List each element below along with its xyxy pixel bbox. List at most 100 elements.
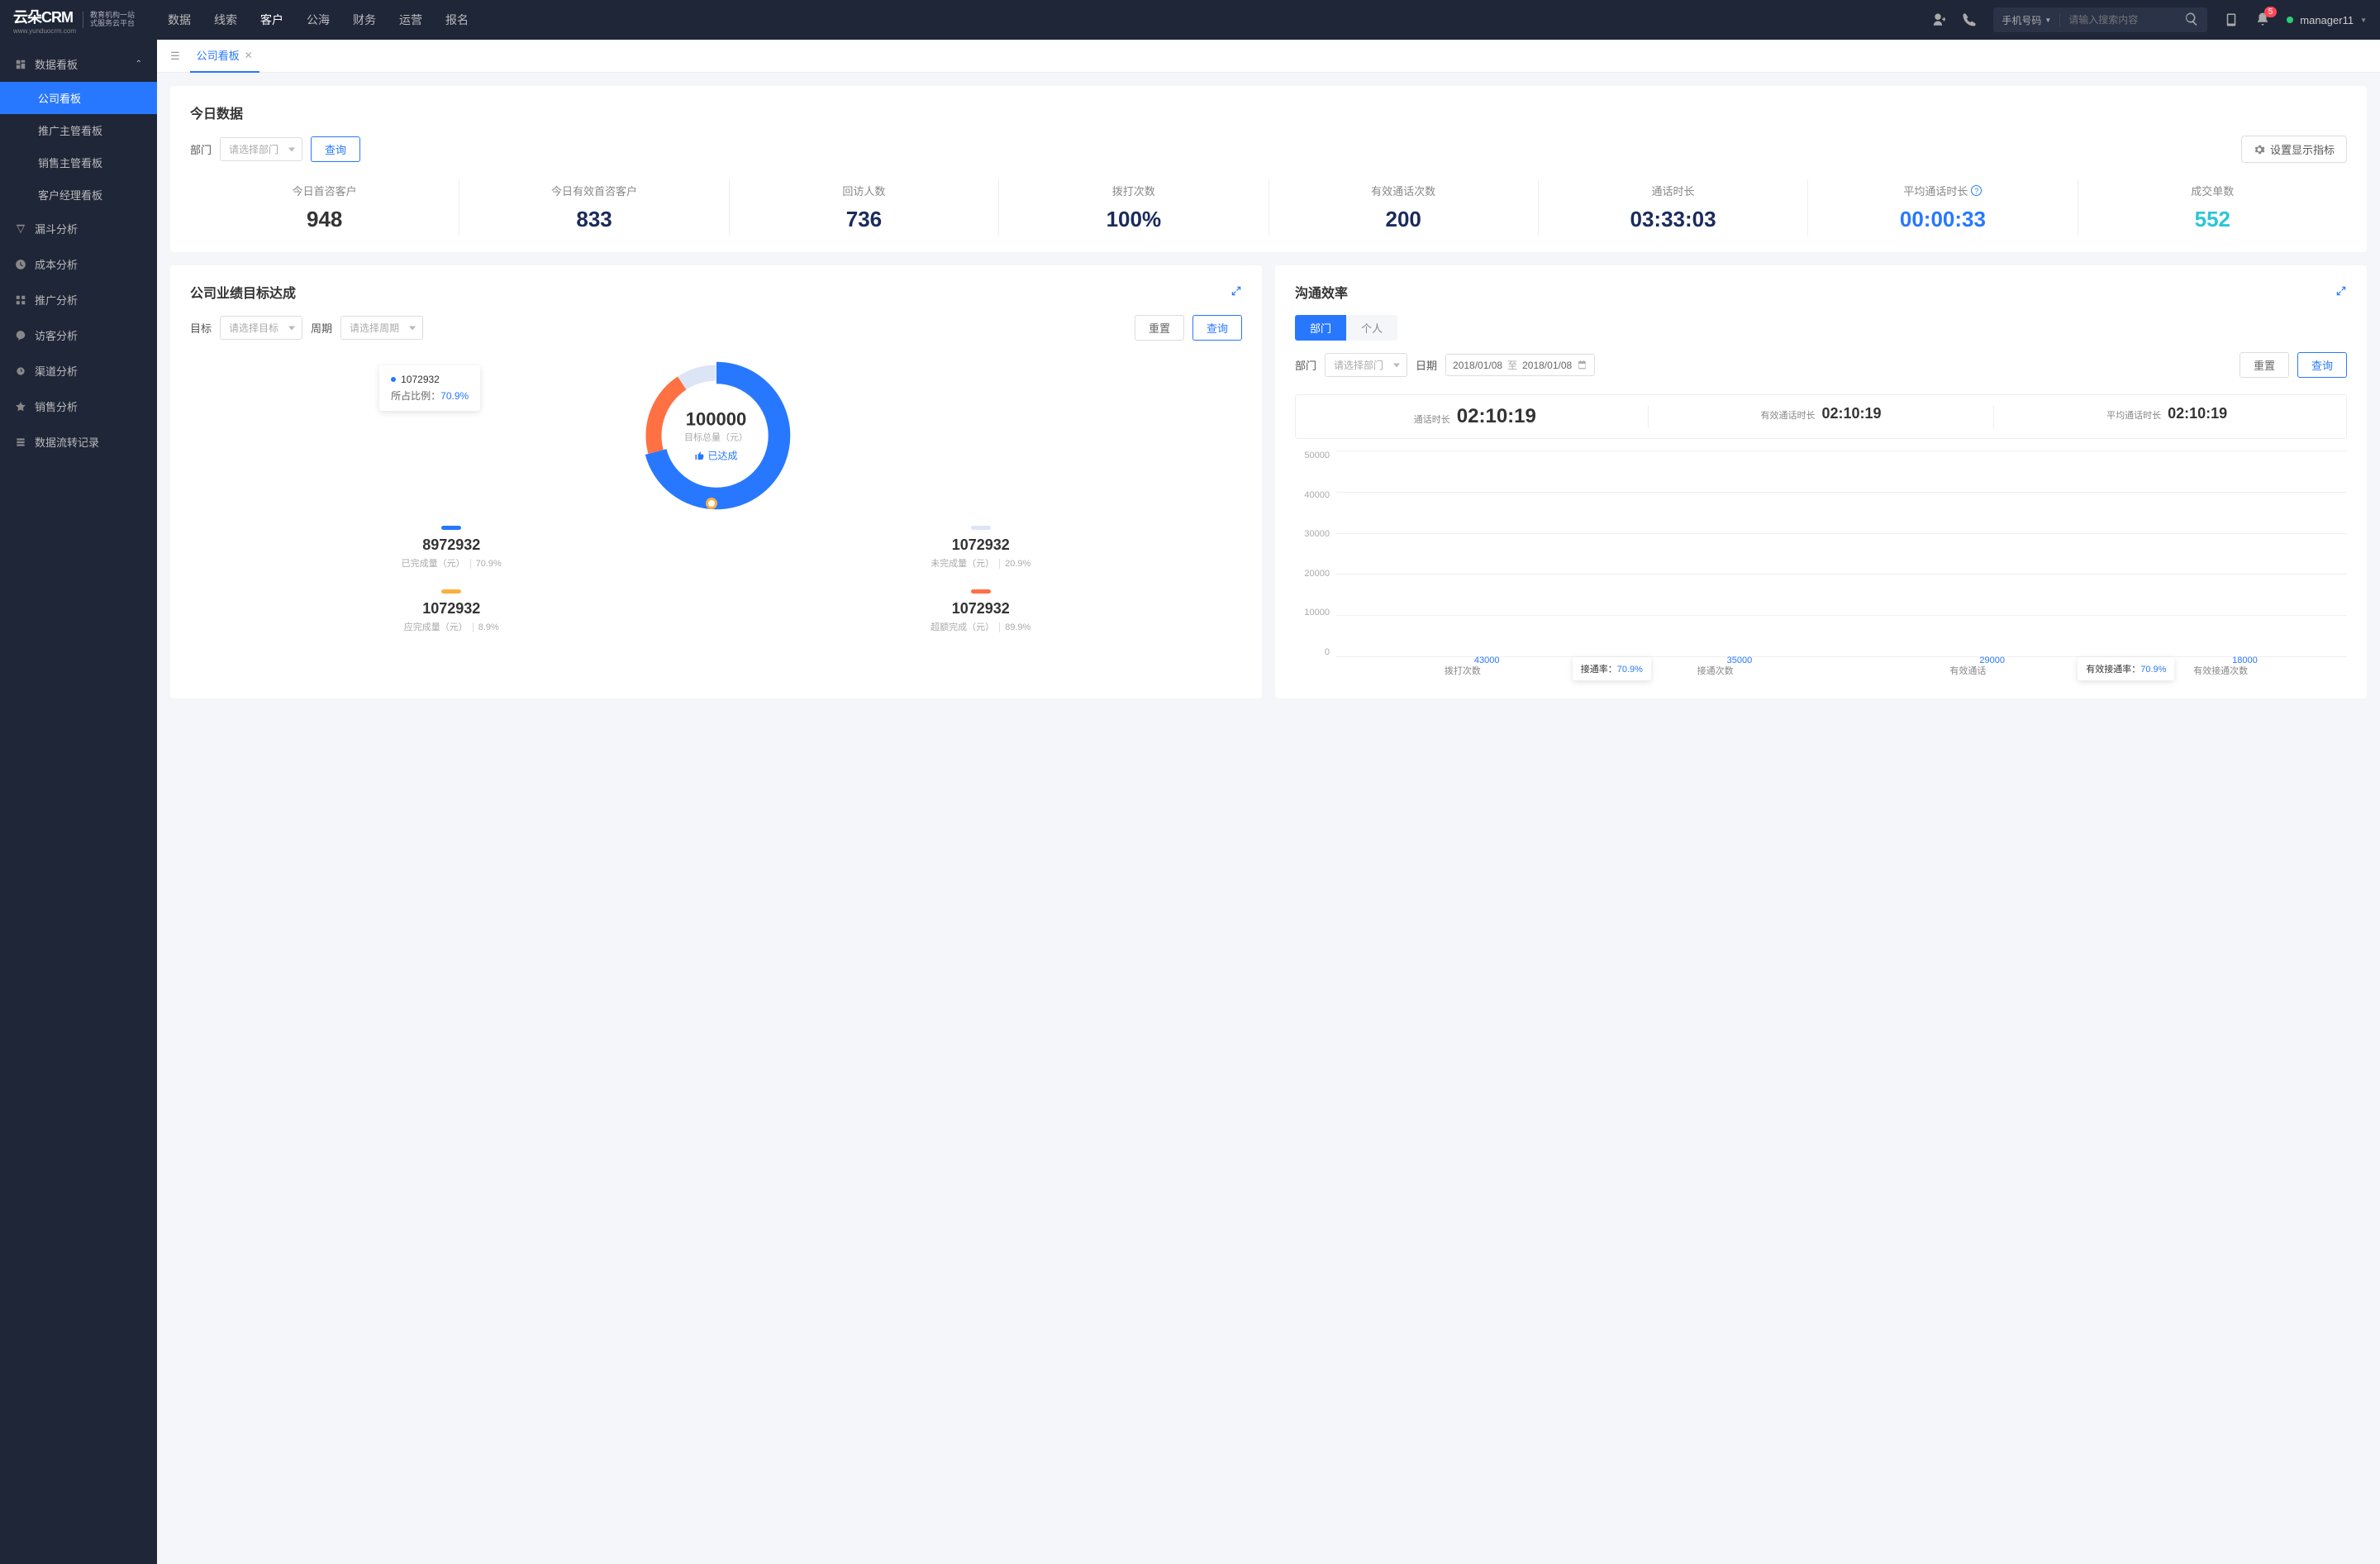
tab-menu-icon[interactable]: ☰ <box>170 50 180 63</box>
sidebar-item-3[interactable]: 访客分析 <box>0 317 157 353</box>
status-dot <box>2287 17 2293 23</box>
seg-item-0[interactable]: 部门 <box>1295 315 1346 341</box>
target-query-button[interactable]: 查询 <box>1192 315 1242 341</box>
target-reset-button[interactable]: 重置 <box>1135 315 1184 341</box>
metric-3: 拨打次数100% <box>999 179 1269 236</box>
settings-button[interactable]: 设置显示指标 <box>2241 136 2347 163</box>
thumbs-up-icon <box>694 451 704 460</box>
sidebar-item-2[interactable]: 推广分析 <box>0 282 157 317</box>
expand-icon <box>2335 285 2347 297</box>
metric-value: 100% <box>999 207 1268 232</box>
metric-value: 200 <box>1269 207 1538 232</box>
date-range-picker[interactable]: 2018/01/08 至 2018/01/08 <box>1445 354 1595 376</box>
sidebar-group-label: 数据看板 <box>35 56 78 72</box>
tab-close-icon[interactable]: ✕ <box>245 50 253 61</box>
help-icon[interactable]: ? <box>1971 185 1982 196</box>
period-select[interactable]: 请选择周期 <box>340 316 423 340</box>
username: manager11 <box>2300 14 2354 26</box>
metric-6: 平均通话时长?00:00:33 <box>1808 179 2078 236</box>
metric-0: 今日首咨客户 948 <box>190 179 459 236</box>
sidebar-sub-1[interactable]: 推广主管看板 <box>0 114 157 146</box>
metric-value: 03:33:03 <box>1539 207 1807 232</box>
comm-reset-button[interactable]: 重置 <box>2240 352 2289 378</box>
dept-label: 部门 <box>190 141 212 157</box>
metric-label: 成交单数 <box>2078 183 2347 198</box>
metric-value: 552 <box>2078 207 2347 232</box>
top-nav: 数据 线索 客户 公海 财务 运营 报名 <box>168 12 469 28</box>
sidebar-item-5[interactable]: 销售分析 <box>0 389 157 424</box>
bar-label: 有效通话 <box>1935 664 2001 677</box>
sidebar-sub-0[interactable]: 公司看板 <box>0 82 157 114</box>
logo-text: 云朵CRM <box>13 6 76 27</box>
search-input[interactable] <box>2060 14 2176 26</box>
tab-bar: ☰ 公司看板 ✕ <box>157 40 2380 73</box>
logo-subtitle: 教育机构一站 式服务云平台 <box>83 12 135 28</box>
dashboard-icon <box>15 59 26 70</box>
sidebar-sub-3[interactable]: 客户经理看板 <box>0 179 157 211</box>
bar-tooltip: 有效接通率：70.9% <box>2078 657 2174 680</box>
donut-chart: 1072932 所占比例：70.9% 100000 目标总量（元） <box>190 357 1242 514</box>
today-query-button[interactable]: 查询 <box>311 136 360 162</box>
nav-item-1[interactable]: 线索 <box>214 12 237 28</box>
target-item-1: 1072932未完成量（元）20.9% <box>720 526 1243 570</box>
goal-select[interactable]: 请选择目标 <box>220 316 302 340</box>
comm-dept-select[interactable]: 请选择部门 <box>1325 353 1407 377</box>
tab-label: 公司看板 <box>197 47 240 63</box>
expand-button[interactable] <box>1230 285 1242 299</box>
search-icon <box>2184 12 2199 26</box>
mobile-icon[interactable] <box>2224 12 2239 27</box>
period-label: 周期 <box>311 320 332 336</box>
logo: 云朵CRM www.yunduocrm.com 教育机构一站 式服务云平台 <box>13 6 135 35</box>
metric-label: 有效通话次数 <box>1269 183 1538 198</box>
search-type-select[interactable]: 手机号码 ▼ <box>1993 13 2060 27</box>
nav-item-0[interactable]: 数据 <box>168 12 191 28</box>
metric-label: 今日有效首咨客户 <box>459 183 728 198</box>
metric-5: 通话时长 03:33:03 <box>1539 179 1808 236</box>
search-group: 手机号码 ▼ <box>1993 7 2207 32</box>
donut-handle <box>706 498 717 509</box>
nav-item-6[interactable]: 报名 <box>445 12 469 28</box>
nav-item-2[interactable]: 客户 <box>260 12 283 28</box>
comm-title: 沟通效率 <box>1295 282 1348 302</box>
nav-item-3[interactable]: 公海 <box>307 12 330 28</box>
sidebar-item-1[interactable]: 成本分析 <box>0 246 157 282</box>
metric-label: 通话时长 <box>1539 183 1807 198</box>
sidebar-item-0[interactable]: 漏斗分析 <box>0 211 157 246</box>
main-content: ☰ 公司看板 ✕ 今日数据 部门 请选择部门 查询 <box>157 40 2380 1564</box>
seg-item-1[interactable]: 个人 <box>1346 315 1397 341</box>
sidebar-group-dashboard[interactable]: 数据看板 ⌃ <box>0 46 157 82</box>
nav-item-5[interactable]: 运营 <box>399 12 422 28</box>
phone-icon[interactable] <box>1962 12 1977 27</box>
chevron-down-icon: ▼ <box>2360 17 2367 24</box>
donut-status: 已达成 <box>684 449 748 463</box>
sidebar-icon <box>15 259 26 270</box>
sidebar-sub-2[interactable]: 销售主管看板 <box>0 146 157 179</box>
card-target: 公司业绩目标达成 目标 请选择目标 周期 请选择周期 重置 <box>170 265 1262 699</box>
call-cell-0: 通话时长02:10:19 <box>1302 405 1649 428</box>
notification-badge: 5 <box>2264 7 2278 17</box>
sidebar-item-6[interactable]: 数据流转记录 <box>0 424 157 460</box>
tab-company-board[interactable]: 公司看板 ✕ <box>190 40 259 73</box>
dept-select[interactable]: 请选择部门 <box>220 137 302 161</box>
metric-label: 平均通话时长? <box>1808 183 2077 198</box>
metric-value: 948 <box>190 207 459 232</box>
user-menu[interactable]: manager11 ▼ <box>2287 14 2367 26</box>
card-today: 今日数据 部门 请选择部门 查询 设置显示指标 今日首咨客户948今日有效首咨客… <box>170 86 2367 252</box>
date-label: 日期 <box>1416 357 1437 373</box>
sidebar-item-4[interactable]: 渠道分析 <box>0 353 157 389</box>
expand-button[interactable] <box>2335 285 2347 299</box>
comm-query-button[interactable]: 查询 <box>2297 352 2347 378</box>
sidebar-icon <box>15 401 26 412</box>
bar-label: 接通次数 <box>1683 664 1749 677</box>
target-item-0: 8972932已完成量（元）70.9% <box>190 526 713 570</box>
search-button[interactable] <box>2176 12 2207 29</box>
donut-center-label: 目标总量（元） <box>684 431 748 444</box>
target-item-2: 1072932应完成量（元）8.9% <box>190 589 713 633</box>
notification-bell[interactable]: 5 <box>2255 12 2270 29</box>
nav-item-4[interactable]: 财务 <box>353 12 376 28</box>
gear-icon <box>2254 144 2265 155</box>
metric-value: 736 <box>730 207 998 232</box>
goal-label: 目标 <box>190 320 212 336</box>
user-add-icon[interactable] <box>1930 12 1945 27</box>
metric-label: 今日首咨客户 <box>190 183 459 198</box>
